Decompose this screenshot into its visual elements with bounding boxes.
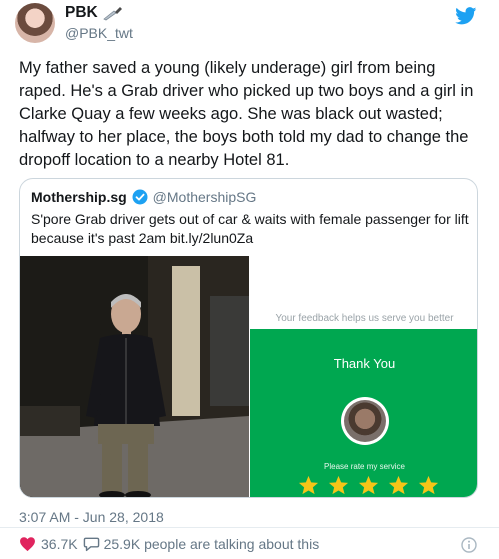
knife-icon bbox=[102, 7, 122, 21]
thank-you-heading: Thank You bbox=[333, 356, 396, 371]
author-name-row: PBK bbox=[65, 4, 124, 22]
verified-badge-icon bbox=[132, 189, 148, 205]
star-icon[interactable] bbox=[388, 475, 409, 495]
rate-prompt: Please rate my service bbox=[324, 462, 405, 471]
star-icon[interactable] bbox=[328, 475, 349, 495]
author-avatar[interactable] bbox=[15, 3, 55, 43]
quoted-tweet-text: S'pore Grab driver gets out of car & wai… bbox=[31, 211, 469, 246]
tweet-timestamp[interactable]: 3:07 AM - Jun 28, 2018 bbox=[19, 509, 164, 525]
feedback-prompt: Your feedback helps us serve you better bbox=[275, 313, 454, 324]
author-display-name[interactable]: PBK bbox=[65, 4, 98, 22]
star-icon[interactable] bbox=[298, 475, 319, 495]
quoted-author-handle[interactable]: @MothershipSG bbox=[153, 189, 257, 205]
quoted-tweet-header: Mothership.sg @MothershipSG bbox=[31, 189, 256, 205]
rating-stars bbox=[298, 475, 439, 495]
quoted-media[interactable]: Your feedback helps us serve you better … bbox=[20, 256, 477, 497]
quoted-tweet[interactable]: Mothership.sg @MothershipSG S'pore Grab … bbox=[19, 178, 478, 498]
driver-photo[interactable] bbox=[20, 256, 249, 497]
driver-avatar bbox=[341, 397, 389, 445]
grab-app-screen[interactable]: Your feedback helps us serve you better … bbox=[250, 256, 477, 497]
author-handle[interactable]: @PBK_twt bbox=[65, 25, 133, 41]
quoted-author-name[interactable]: Mothership.sg bbox=[31, 189, 127, 205]
talking-count[interactable]: 25.9K people are talking about this bbox=[104, 536, 320, 552]
reply-bubble-icon[interactable] bbox=[83, 536, 100, 552]
footer-divider bbox=[0, 527, 499, 528]
star-icon[interactable] bbox=[418, 475, 439, 495]
like-count[interactable]: 36.7K bbox=[41, 536, 78, 552]
thank-you-panel: Thank You Please rate my service bbox=[250, 329, 477, 497]
info-icon[interactable] bbox=[461, 537, 477, 553]
heart-icon[interactable] bbox=[19, 536, 36, 552]
twitter-bird-icon[interactable] bbox=[455, 7, 477, 25]
tweet-card: PBK @PBK_twt My father saved a young (li… bbox=[0, 0, 499, 559]
driver-photo-illustration bbox=[20, 256, 249, 497]
star-icon[interactable] bbox=[358, 475, 379, 495]
tweet-actions: 36.7K 25.9K people are talking about thi… bbox=[19, 536, 319, 552]
tweet-text: My father saved a young (likely underage… bbox=[19, 59, 474, 169]
